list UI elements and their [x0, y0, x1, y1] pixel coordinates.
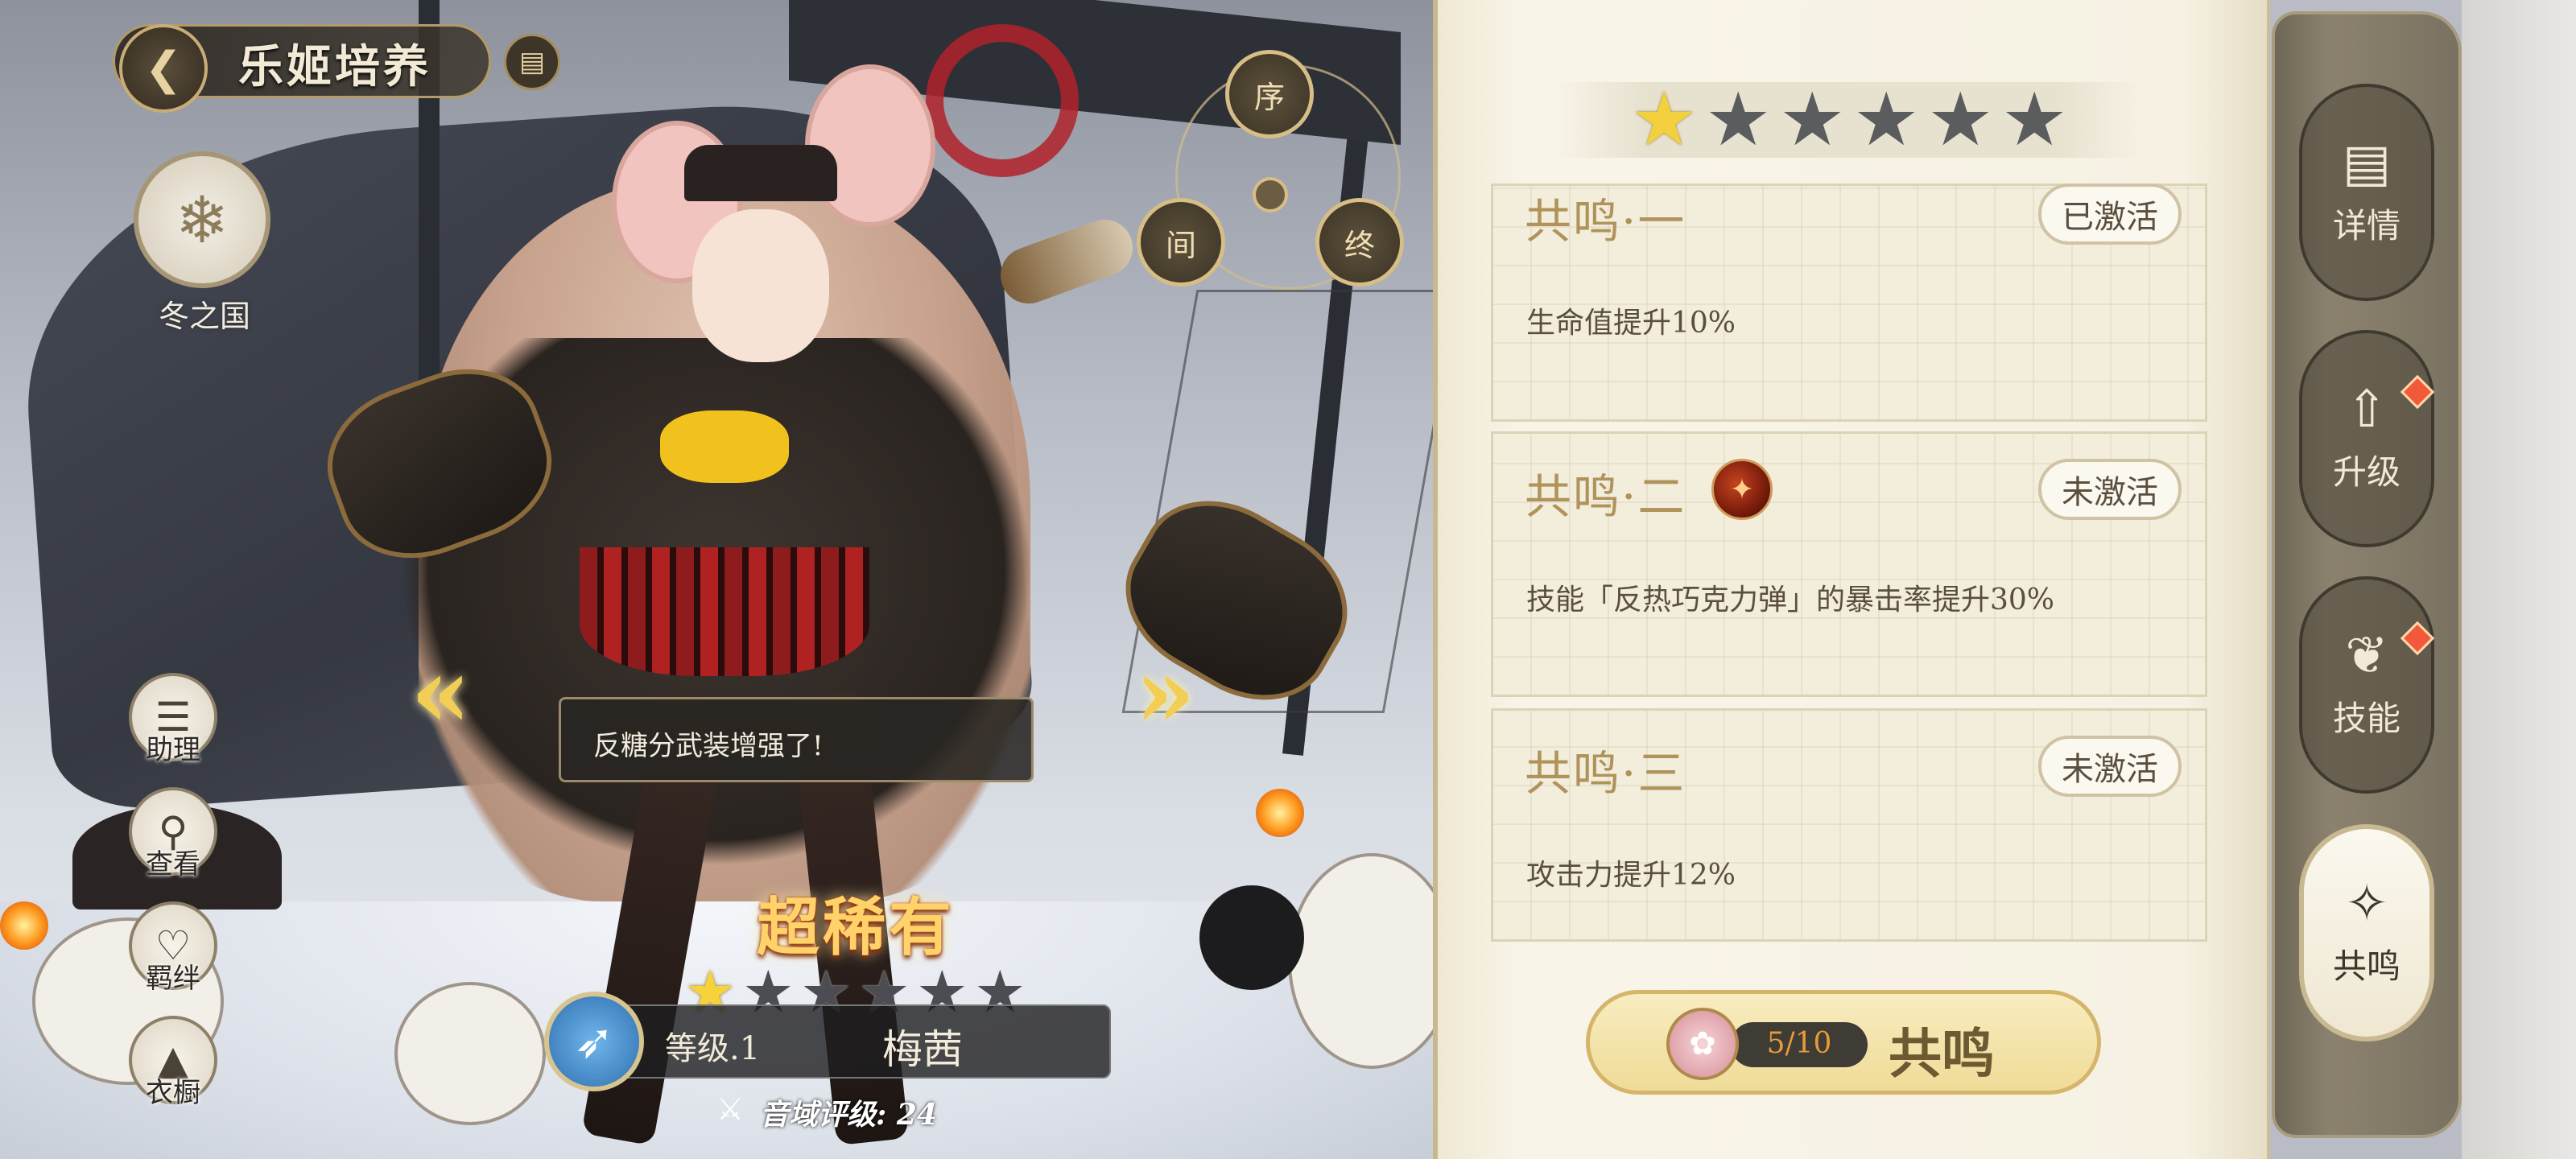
background-edge — [2462, 0, 2576, 1159]
order-node-finale[interactable]: 终 — [1315, 198, 1404, 287]
character-skirt — [580, 547, 869, 676]
nav-upgrade[interactable]: ⇧ 升级 — [2299, 330, 2434, 547]
nav-label: 升级 — [2332, 452, 2401, 492]
crossed-swords-icon: ⚔ — [716, 1091, 745, 1127]
archive-button[interactable]: ▤ — [504, 34, 560, 90]
skill-gem-icon[interactable]: ✦ — [1711, 459, 1773, 520]
character-speech-bubble: 反糖分武装增强了! — [559, 697, 1034, 782]
resonance-card-title: 共鸣·一 — [1525, 194, 1686, 249]
nation-emblem[interactable]: ❄ — [134, 151, 270, 288]
spyglass — [993, 212, 1141, 311]
rarity-label: 超稀有 — [757, 891, 956, 964]
resonance-count: 5/10 — [1766, 1027, 1832, 1060]
bow-class-icon: ➶ — [573, 1013, 615, 1070]
class-badge: ➶ — [544, 992, 644, 1091]
bond-label: 羁绊 — [146, 963, 200, 995]
resonance-status-badge: 已激活 — [2038, 184, 2182, 245]
star-empty-icon: ★ — [2001, 76, 2068, 163]
document-icon: ▤ — [2342, 133, 2392, 193]
character-level: 等级.1 — [665, 1030, 761, 1067]
sound-rank: 音域评级: 24 — [760, 1098, 937, 1132]
nav-label: 技能 — [2332, 698, 2401, 738]
bomb — [1199, 885, 1304, 990]
nation-label: 冬之国 — [158, 299, 250, 334]
order-node-label: 序 — [1253, 79, 1285, 115]
character-face — [692, 209, 829, 362]
wardrobe-label: 衣橱 — [146, 1077, 200, 1109]
back-arrow-icon: ❮ — [144, 42, 183, 95]
order-node-label: 终 — [1344, 227, 1375, 263]
star-empty-icon: ★ — [1927, 76, 1994, 163]
character-avatar-icon: ✿ — [1666, 1008, 1739, 1080]
snowflake-emblem-icon: ❄ — [175, 182, 229, 258]
nav-label: 详情 — [2332, 205, 2401, 245]
page-title: 乐姬培养 — [238, 40, 431, 93]
nav-details[interactable]: ▤ 详情 — [2299, 84, 2434, 301]
character-name: 梅茜 — [882, 1026, 963, 1073]
bomb-fuse-fire — [1256, 789, 1304, 837]
star-filled-icon: ★ — [1631, 76, 1698, 163]
assistant-label: 助理 — [146, 734, 200, 766]
upgrade-arrow-icon: ⇧ — [2345, 379, 2388, 439]
resonate-button-label: 共鸣 — [1889, 1022, 1995, 1085]
nav-label: 共鸣 — [2332, 946, 2401, 986]
archive-icon: ▤ — [518, 46, 546, 78]
order-node-prelude[interactable]: 序 — [1225, 50, 1314, 138]
next-character-arrow[interactable]: » — [1135, 636, 1195, 749]
nav-resonance[interactable]: ✧ 共鸣 — [2299, 824, 2434, 1041]
star-empty-icon: ★ — [1853, 76, 1920, 163]
star-empty-icon: ★ — [1779, 76, 1846, 163]
nav-skills[interactable]: ❦ 技能 — [2299, 576, 2434, 794]
character-bow — [660, 410, 789, 483]
prev-character-arrow[interactable]: « — [411, 636, 471, 749]
flag-emblem — [926, 24, 1079, 177]
torch-fire — [0, 901, 48, 950]
view-label: 查看 — [146, 848, 200, 881]
order-node-interlude[interactable]: 间 — [1137, 198, 1225, 287]
resonance-status-badge: 未激活 — [2038, 459, 2182, 520]
resonance-card-title: 共鸣·二 — [1525, 469, 1686, 524]
order-wheel-center — [1253, 177, 1288, 212]
resonance-star-icon: ✧ — [2345, 873, 2388, 934]
speech-text: 反糖分武装增强了! — [593, 730, 824, 762]
resonance-card-desc: 技能「反热巧克力弹」的暴击率提升30% — [1526, 584, 2055, 617]
resonance-card-desc: 生命值提升10% — [1526, 307, 1736, 340]
resonance-card-desc: 攻击力提升12% — [1526, 859, 1736, 892]
resonance-card-title: 共鸣·三 — [1525, 746, 1686, 801]
character-ear — [805, 64, 935, 227]
skill-wings-icon: ❦ — [2345, 625, 2388, 686]
order-node-label: 间 — [1165, 227, 1196, 263]
mouse-pirate — [394, 982, 546, 1125]
resonance-status-badge: 未激活 — [2038, 736, 2182, 797]
character-hat — [684, 145, 837, 201]
star-empty-icon: ★ — [1705, 76, 1772, 163]
back-button[interactable]: ❮ — [119, 24, 208, 113]
